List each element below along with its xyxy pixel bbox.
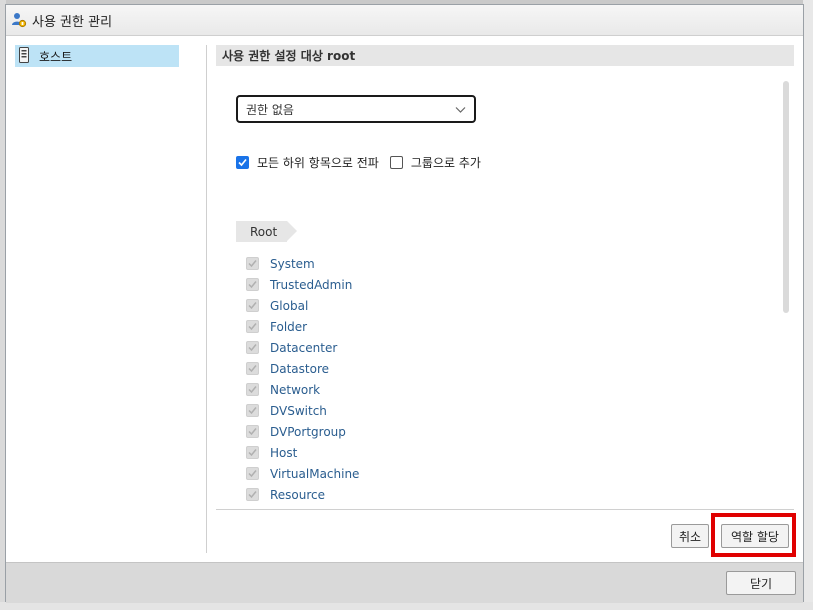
privilege-checkbox	[246, 362, 259, 375]
sidebar-item-host[interactable]: 호스트	[15, 45, 179, 67]
panel-header: 사용 권한 설정 대상 root	[216, 45, 794, 66]
privilege-item: DVSwitch	[246, 400, 359, 421]
privilege-name: TrustedAdmin	[270, 277, 353, 292]
dialog-footer	[6, 562, 803, 603]
role-select[interactable]: 권한 없음	[236, 95, 476, 123]
sidebar-item-label: 호스트	[39, 49, 73, 64]
cancel-button[interactable]: 취소	[671, 524, 709, 548]
scrollbar[interactable]	[783, 81, 789, 313]
dialog-titlebar: 사용 권한 관리	[6, 5, 803, 36]
privilege-item: Folder	[246, 316, 359, 337]
privilege-item: Network	[246, 379, 359, 400]
privilege-name: Host	[270, 445, 298, 460]
close-button[interactable]: 닫기	[726, 571, 796, 595]
privilege-item: Resource	[246, 484, 359, 505]
privilege-name: VirtualMachine	[270, 466, 360, 481]
privilege-name: Network	[270, 382, 321, 397]
chevron-down-icon	[455, 104, 466, 118]
privilege-checkbox	[246, 383, 259, 396]
options-row: 모든 하위 항목으로 전파 그룹으로 추가	[236, 154, 481, 171]
dialog-title: 사용 권한 관리	[32, 14, 113, 30]
add-group-checkbox[interactable]	[389, 156, 403, 169]
breadcrumb-root[interactable]: Root	[236, 221, 298, 242]
privilege-checkbox	[246, 320, 259, 333]
actions-divider	[216, 509, 794, 510]
sidebar: 호스트	[15, 45, 179, 67]
privilege-checkbox	[246, 425, 259, 438]
privilege-item: DVPortgroup	[246, 421, 359, 442]
privilege-list: System TrustedAdmin Global Folder Datacenter…	[246, 253, 359, 505]
privilege-checkbox	[246, 446, 259, 459]
privilege-item: TrustedAdmin	[246, 274, 359, 295]
privilege-name: Datacenter	[270, 340, 338, 355]
privilege-name: Global	[270, 298, 309, 313]
privilege-name: DVSwitch	[270, 403, 327, 418]
privilege-item: Global	[246, 295, 359, 316]
privilege-checkbox	[246, 404, 259, 417]
host-device-icon	[19, 46, 29, 66]
permission-panel: 사용 권한 설정 대상 root 권한 없음 모든 하위 항목으로 전파 그룹으…	[216, 45, 794, 509]
privilege-item: VirtualMachine	[246, 463, 359, 484]
breadcrumb: Root	[236, 221, 298, 242]
privilege-name: System	[270, 256, 315, 271]
privilege-checkbox	[246, 299, 259, 312]
privilege-item: System	[246, 253, 359, 274]
privilege-name: DVPortgroup	[270, 424, 346, 439]
privilege-name: Resource	[270, 487, 326, 502]
user-permissions-icon	[11, 12, 27, 28]
vertical-divider	[206, 45, 207, 553]
privilege-checkbox	[246, 341, 259, 354]
privilege-checkbox	[246, 278, 259, 291]
privilege-name: Datastore	[270, 361, 330, 376]
permissions-dialog: 사용 권한 관리 호스트 사용 권한 설정 대상 root 권한 없음 모든 하…	[5, 4, 804, 603]
propagate-checkbox[interactable]	[236, 156, 249, 169]
add-group-label: 그룹으로 추가	[410, 156, 481, 170]
background-app-right	[803, 0, 813, 610]
privilege-name: Folder	[270, 319, 308, 334]
privilege-item: Datacenter	[246, 337, 359, 358]
privilege-item: Host	[246, 442, 359, 463]
privilege-checkbox	[246, 488, 259, 501]
privilege-checkbox	[246, 257, 259, 270]
privilege-checkbox	[246, 467, 259, 480]
privilege-item: Datastore	[246, 358, 359, 379]
background-app-bottom	[0, 602, 813, 610]
role-select-value: 권한 없음	[246, 102, 294, 117]
highlight-box	[711, 513, 796, 557]
propagate-label: 모든 하위 항목으로 전파	[257, 156, 379, 170]
